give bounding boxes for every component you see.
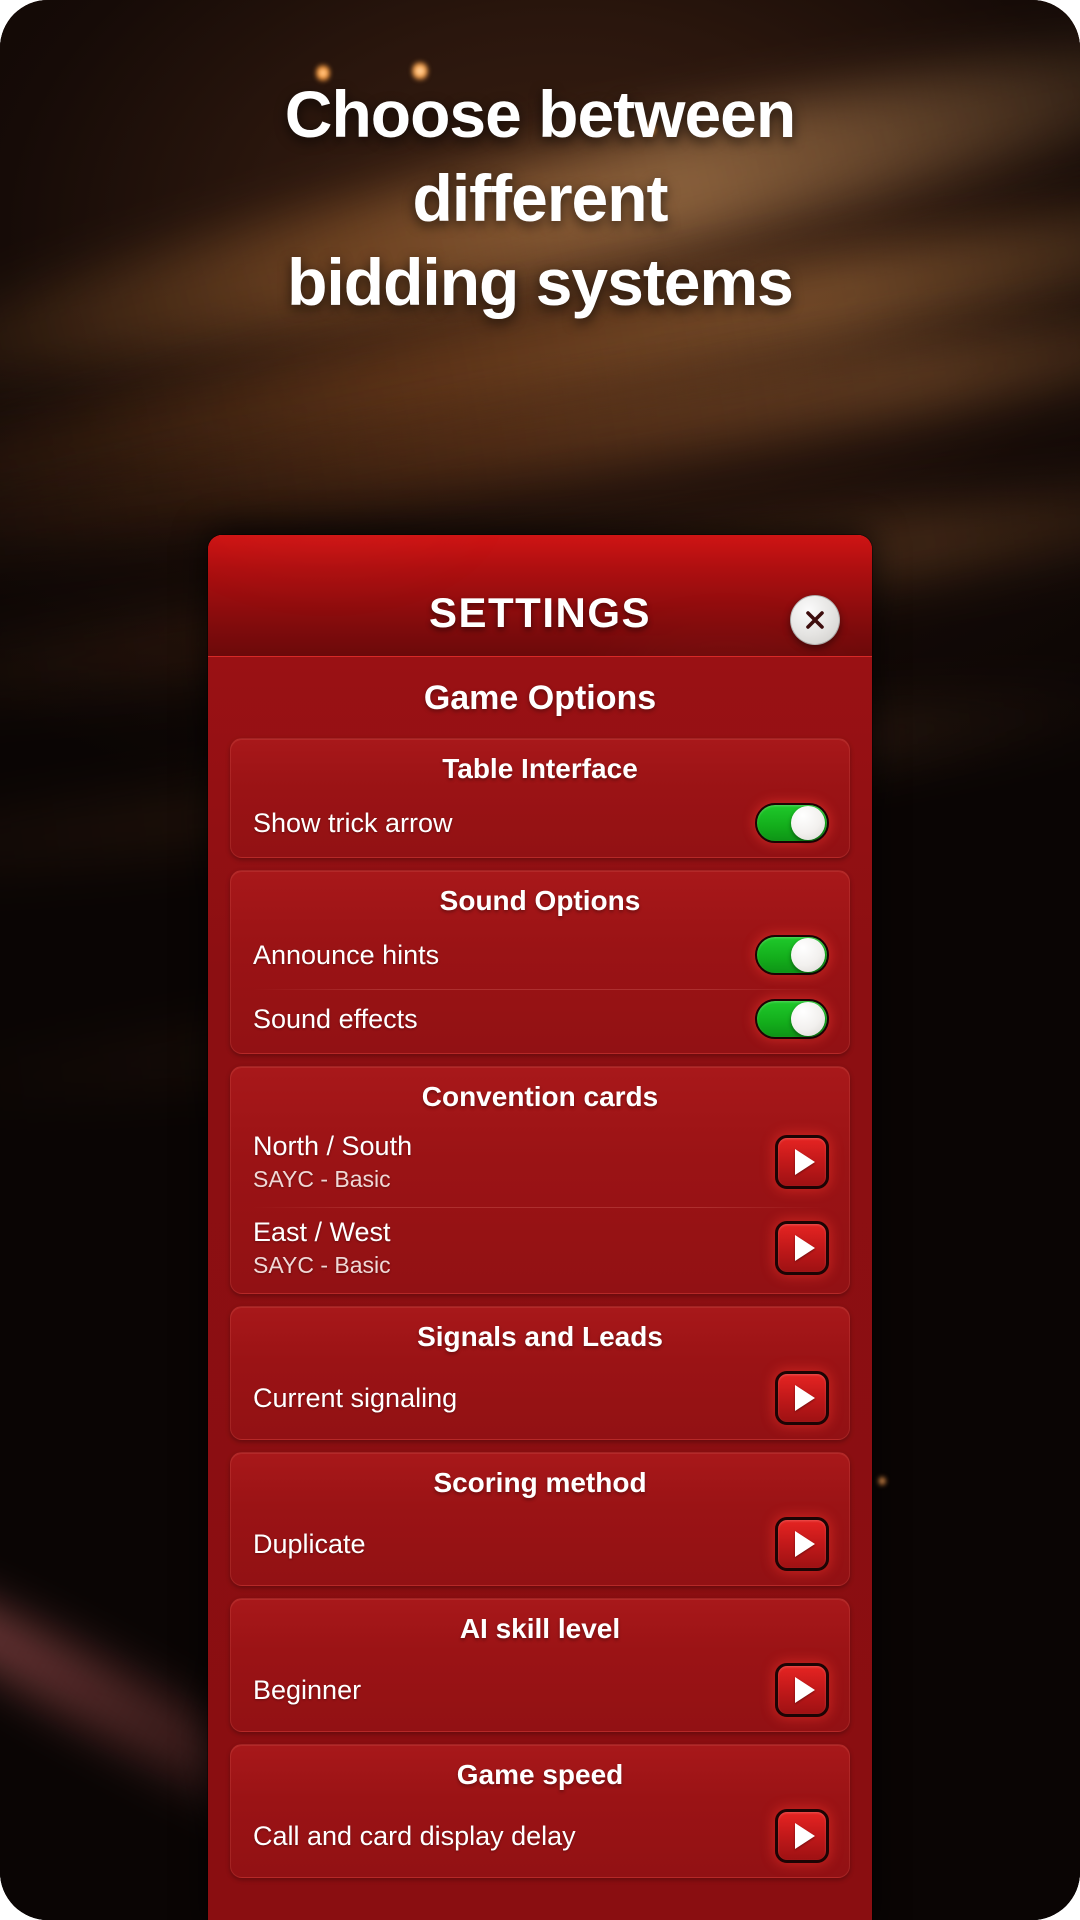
row-label-group: East / West SAYC - Basic: [253, 1217, 391, 1279]
row-label-group: Beginner: [253, 1675, 361, 1706]
headline-line-3: bidding systems: [287, 245, 794, 319]
row-sublabel: SAYC - Basic: [253, 1166, 391, 1192]
row-label: Beginner: [253, 1674, 362, 1705]
headline-line-1: Choose between: [284, 77, 796, 151]
play-triangle-icon: [794, 1385, 815, 1411]
row-label-group: Announce hints: [253, 940, 439, 971]
section-heading-game-options: Game Options: [423, 679, 657, 717]
row-label: Show trick arrow: [253, 807, 453, 838]
settings-row[interactable]: Beginner: [231, 1653, 849, 1731]
settings-card: Sound Options Announce hints Sound effects: [230, 870, 850, 1054]
card-title: Signals and Leads: [417, 1321, 663, 1352]
chevron-right-icon[interactable]: [775, 1371, 829, 1425]
play-triangle-icon: [794, 1235, 815, 1261]
card-title: AI skill level: [459, 1613, 621, 1644]
promo-headline: Choose between different bidding systems: [0, 72, 1080, 324]
row-label-group: Sound effects: [253, 1004, 418, 1035]
chevron-right-icon[interactable]: [775, 1663, 829, 1717]
settings-row[interactable]: Show trick arrow: [231, 793, 849, 857]
toggle-switch[interactable]: [755, 999, 829, 1039]
settings-row[interactable]: Sound effects: [231, 989, 849, 1053]
settings-row[interactable]: East / West SAYC - Basic: [231, 1207, 849, 1293]
card-title: Sound Options: [439, 885, 641, 916]
settings-card: Scoring method Duplicate: [230, 1452, 850, 1586]
row-label-group: North / South SAYC - Basic: [253, 1131, 412, 1193]
panel-body: Game Options Table Interface Show trick a…: [208, 657, 872, 1920]
settings-card-list: Table Interface Show trick arrow Sound Opt…: [230, 738, 850, 1878]
headline-line-2: different: [412, 161, 669, 235]
toggle-knob: [791, 1002, 825, 1036]
play-triangle-icon: [794, 1149, 815, 1175]
card-title: Scoring method: [433, 1467, 647, 1498]
chevron-right-icon[interactable]: [775, 1135, 829, 1189]
play-triangle-icon: [794, 1531, 815, 1557]
row-label-group: Show trick arrow: [253, 808, 453, 839]
spark-particle-6: [878, 1476, 886, 1486]
row-label: North / South: [253, 1131, 413, 1161]
phone-screen: Choose between different bidding systems…: [0, 0, 1080, 1920]
row-label: Announce hints: [253, 939, 440, 970]
settings-row[interactable]: Announce hints: [231, 925, 849, 989]
card-title: Convention cards: [421, 1081, 659, 1112]
row-label-group: Current signaling: [253, 1383, 457, 1414]
settings-card: Game speed Call and card display delay: [230, 1744, 850, 1878]
row-label: Duplicate: [253, 1528, 366, 1559]
chevron-right-icon[interactable]: [775, 1809, 829, 1863]
toggle-knob: [791, 938, 825, 972]
row-label: East / West: [253, 1217, 391, 1247]
settings-row[interactable]: Duplicate: [231, 1507, 849, 1585]
row-label: Call and card display delay: [253, 1820, 576, 1851]
toggle-switch[interactable]: [755, 935, 829, 975]
panel-header: SETTINGS: [208, 535, 872, 657]
settings-card: Convention cards North / South SAYC - Basi…: [230, 1066, 850, 1294]
chevron-right-icon[interactable]: [775, 1517, 829, 1571]
row-sublabel: SAYC - Basic: [253, 1252, 391, 1278]
close-icon[interactable]: [790, 595, 840, 645]
chevron-right-icon[interactable]: [775, 1221, 829, 1275]
page-title: SETTINGS: [428, 589, 652, 636]
card-title: Table Interface: [442, 753, 638, 784]
row-label: Sound effects: [253, 1003, 418, 1034]
settings-card: Signals and Leads Current signaling: [230, 1306, 850, 1440]
settings-row[interactable]: North / South SAYC - Basic: [231, 1121, 849, 1207]
settings-panel: SETTINGS Game Options Table Interface Sho…: [208, 535, 872, 1920]
play-triangle-icon: [794, 1677, 815, 1703]
toggle-knob: [791, 806, 825, 840]
toggle-switch[interactable]: [755, 803, 829, 843]
row-label-group: Duplicate: [253, 1529, 366, 1560]
play-triangle-icon: [794, 1823, 815, 1849]
row-label-group: Call and card display delay: [253, 1821, 576, 1852]
settings-card: Table Interface Show trick arrow: [230, 738, 850, 858]
row-label: Current signaling: [253, 1382, 458, 1413]
settings-row[interactable]: Current signaling: [231, 1361, 849, 1439]
settings-card: AI skill level Beginner: [230, 1598, 850, 1732]
settings-row[interactable]: Call and card display delay: [231, 1799, 849, 1877]
card-title: Game speed: [456, 1759, 624, 1790]
